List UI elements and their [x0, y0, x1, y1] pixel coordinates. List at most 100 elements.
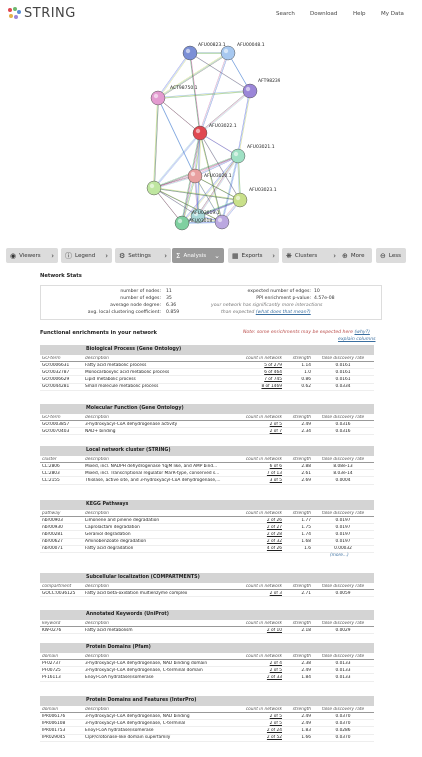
column-header[interactable]: domain — [42, 654, 82, 659]
count-in-network[interactable]: 2 of 3 — [236, 591, 282, 596]
table-row[interactable]: GOCC:0036125 Fatty acid beta-oxidation mu… — [40, 590, 374, 598]
network-node[interactable]: AFU03021.1 — [230, 144, 275, 164]
nav-my-data[interactable]: My Data — [381, 11, 404, 17]
count-in-network[interactable]: 2 of 26 — [236, 518, 282, 523]
network-node[interactable]: AFT98239.1 — [242, 78, 285, 99]
network-edge[interactable] — [189, 52, 201, 134]
more-button[interactable]: ⊕ More — [338, 248, 372, 263]
node-circle[interactable] — [232, 192, 248, 208]
table-row[interactable]: IPR001753 Enoyl-CoA hydratase/isomerase 2 … — [40, 727, 374, 735]
column-header[interactable]: domain — [42, 707, 82, 712]
table-row[interactable]: PF02737 3-hydroxyacyl-CoA dehydrogenase, … — [40, 660, 374, 668]
network-graph[interactable]: AFU00823.1 AFU00048.1 AFT98239.1 ACT98750.1… — [140, 38, 285, 238]
table-row[interactable]: nbr00071 Fatty acid degradation 4 of 26 1.6… — [40, 546, 374, 553]
table-row[interactable]: nbr00930 Caprolactam degradation 2 of 27 1.… — [40, 524, 374, 532]
column-header[interactable]: description — [85, 584, 230, 589]
node-circle[interactable] — [220, 45, 236, 61]
network-edge[interactable] — [158, 53, 229, 99]
nav-download[interactable]: Download — [310, 11, 337, 17]
count-in-network[interactable]: 7 of 13 — [236, 471, 282, 476]
network-edge[interactable] — [157, 97, 195, 176]
network-edge[interactable] — [190, 53, 201, 134]
column-header[interactable]: count in network — [236, 584, 282, 589]
column-header[interactable]: false discovery rate — [316, 457, 370, 462]
nav-help[interactable]: Help — [353, 11, 366, 17]
panel-title[interactable]: Biological Process (Gene Ontology) — [40, 345, 374, 355]
column-header[interactable]: count in network — [236, 415, 282, 420]
network-edge[interactable] — [158, 91, 251, 99]
table-row[interactable]: PF16113 Enoyl-CoA hydratase/isomerase 2 of… — [40, 674, 374, 682]
table-row[interactable]: nbr00281 Geraniol degradation 2 of 28 1.74 0… — [40, 531, 374, 539]
column-header[interactable]: description — [85, 621, 230, 626]
column-header[interactable]: count in network — [236, 621, 282, 626]
table-row[interactable]: GO:0006629 Lipid metabolic process 7 of 74… — [40, 376, 374, 384]
column-header[interactable]: GO-term — [42, 356, 82, 361]
count-in-network[interactable]: 2 of 5 — [236, 721, 282, 726]
node-circle[interactable] — [187, 168, 203, 184]
table-row[interactable]: IPR029045 ClpP/crotonase-like domain supe… — [40, 735, 374, 742]
column-header[interactable]: strength — [286, 621, 311, 626]
string-logo[interactable]: STRING — [7, 6, 76, 21]
network-edge[interactable] — [157, 97, 196, 177]
table-row[interactable]: GO:0070403 NAD+ binding 2 of 7 2.34 0.0316 — [40, 428, 374, 436]
count-in-network[interactable]: 2 of 5 — [236, 714, 282, 719]
column-header[interactable]: strength — [286, 707, 311, 712]
network-node[interactable] — [214, 214, 230, 230]
table-row[interactable]: PF00725 3-hydroxyacyl-CoA dehydrogenase, … — [40, 667, 374, 675]
count-in-network[interactable]: 5 of 279 — [236, 363, 282, 368]
table-row[interactable]: GO:0003857 3-hydroxyacyl-CoA dehydrogenas… — [40, 421, 374, 429]
legend-button[interactable]: ⓘ Legend › — [61, 248, 112, 263]
exports-button[interactable]: ▦ Exports › — [228, 248, 279, 263]
network-edge[interactable] — [158, 98, 201, 134]
column-header[interactable]: false discovery rate — [316, 707, 370, 712]
node-circle[interactable] — [182, 45, 198, 61]
column-header[interactable]: false discovery rate — [316, 511, 370, 516]
settings-button[interactable]: ⚙ Settings › — [115, 248, 171, 263]
column-header[interactable]: false discovery rate — [316, 621, 370, 626]
panel-title[interactable]: Protein Domains and Features (InterPro) — [40, 696, 374, 706]
node-circle[interactable] — [242, 83, 258, 99]
column-header[interactable]: count in network — [236, 654, 282, 659]
panel-title[interactable]: Protein Domains (Pfam) — [40, 643, 374, 653]
node-circle[interactable] — [230, 148, 246, 164]
node-circle[interactable] — [174, 215, 190, 231]
column-header[interactable]: false discovery rate — [316, 415, 370, 420]
table-row[interactable]: IPR006108 3-hydroxyacyl-CoA dehydrogenase… — [40, 720, 374, 728]
network-node[interactable]: AFU00823.1 — [182, 42, 226, 61]
column-header[interactable]: pathway — [42, 511, 82, 516]
column-header[interactable]: strength — [286, 457, 311, 462]
network-node[interactable] — [146, 180, 162, 196]
network-edge[interactable] — [189, 52, 200, 133]
table-row[interactable]: CL:2803 Mixed, incl. Transcriptional regu… — [40, 470, 374, 478]
what-does-that-mean-link[interactable]: (what does that mean?) — [256, 310, 311, 315]
count-in-network[interactable]: 2 of 28 — [236, 532, 282, 537]
count-in-network[interactable]: 2 of 7 — [236, 429, 282, 434]
table-row[interactable]: CL:2806 Mixed, incl. NADPH dehydrogenase … — [40, 463, 374, 471]
count-in-network[interactable]: 8 of 1469 — [236, 384, 282, 389]
node-circle[interactable] — [150, 90, 166, 106]
count-in-network[interactable]: 2 of 24 — [236, 728, 282, 733]
column-header[interactable]: count in network — [236, 511, 282, 516]
column-header[interactable]: description — [85, 415, 230, 420]
panel-title[interactable]: Annotated Keywords (UniProt) — [40, 610, 374, 620]
table-row[interactable]: CL:2155 Thiolase, active site, and 3-hydr… — [40, 477, 374, 485]
analysis-button[interactable]: Σ Analysis ⌄ — [172, 248, 224, 263]
viewers-button[interactable]: ◉ Viewers › — [6, 248, 58, 263]
table-row[interactable]: GO:0044281 Small molecule metabolic proce… — [40, 384, 374, 391]
count-in-network[interactable]: 6 of 464 — [236, 370, 282, 375]
column-header[interactable]: false discovery rate — [316, 356, 370, 361]
column-header[interactable]: GO-term — [42, 415, 82, 420]
column-header[interactable]: keyword — [42, 621, 82, 626]
panel-title[interactable]: Subcellular localization (COMPARTMENTS) — [40, 573, 374, 583]
network-node[interactable]: AFU00048.1 — [220, 42, 265, 61]
column-header[interactable]: count in network — [236, 707, 282, 712]
node-circle[interactable] — [146, 180, 162, 196]
explain-columns-link[interactable]: explain columns — [338, 337, 376, 342]
column-header[interactable]: strength — [286, 654, 311, 659]
column-header[interactable]: strength — [286, 584, 311, 589]
table-row[interactable]: nbr00903 Limonene and pinene degradation 2… — [40, 517, 374, 525]
panel-title[interactable]: Molecular Function (Gene Ontology) — [40, 404, 374, 414]
more-link[interactable]: (more...) — [330, 553, 349, 558]
clusters-button[interactable]: ❋ Clusters › — [282, 248, 340, 263]
count-in-network[interactable]: 3 of 5 — [236, 478, 282, 483]
